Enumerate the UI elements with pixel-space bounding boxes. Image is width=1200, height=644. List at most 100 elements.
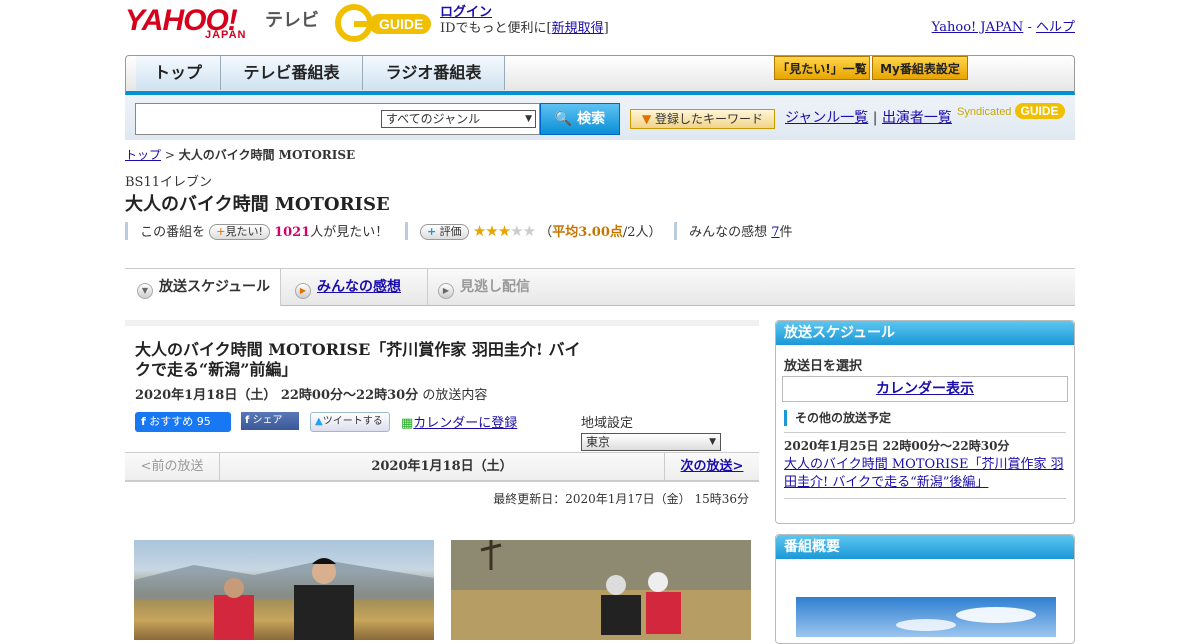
page-title: 大人のバイク時間 MOTORISE [125, 194, 390, 215]
tab-streaming-label: 見逃し配信 [460, 279, 530, 295]
yahoo-japan-link[interactable]: Yahoo! JAPAN [932, 20, 1024, 35]
tv-wordmark: テレビ [265, 10, 319, 31]
episode-panel: 大人のバイク時間 MOTORISE「芥川賞作家 羽田圭介! バイクで走る“新潟”… [125, 320, 759, 640]
last-updated: 最終更新日：2020年1月17日（金） 15時36分 [493, 492, 749, 506]
rating-average: 平均3.00点 [552, 225, 623, 240]
tweet-label: ツイートする [322, 416, 383, 427]
tweet-button[interactable]: ▲ツイートする [310, 412, 390, 432]
reviews-unit: 件 [779, 225, 793, 240]
nav-tab-top[interactable]: トップ [136, 56, 221, 90]
want-button-label: 見たい! [225, 225, 263, 238]
fb-recommend-label: おすすめ [149, 415, 194, 428]
play-icon: ▶ [438, 283, 454, 299]
want-button[interactable]: +見たい! [209, 224, 270, 240]
calendar-display-link[interactable]: カレンダー表示 [876, 381, 974, 397]
search-button-label: 検索 [577, 111, 606, 127]
star-icon: ★ [472, 222, 486, 240]
want-label: この番組を [140, 225, 206, 240]
nav-tab-radio-schedule[interactable]: ラジオ番組表 [363, 56, 505, 90]
content-tabs: ▼ 放送スケジュール ▶ みんなの感想 ▶ 見逃し配信 [125, 268, 1075, 306]
top-links-sep: - [1027, 20, 1032, 35]
summary-box-title: 番組概要 [776, 535, 1074, 559]
episode-photo-2 [451, 540, 751, 640]
region-select[interactable]: 東京 [581, 433, 721, 451]
g-guide-logo[interactable]: GUIDE [335, 4, 435, 42]
star-icon: ★ [485, 222, 498, 240]
episode-datetime-value: 2020年1月18日（土） 22時00分～22時30分 [135, 388, 419, 403]
want-count: 1021 [274, 225, 311, 240]
other-schedule-date: 2020年1月25日 22時00分～22時30分 [784, 432, 1066, 454]
rating-open: （ [539, 225, 553, 240]
episode-datetime-suffix: の放送内容 [422, 388, 488, 403]
main-nav: トップ テレビ番組表 ラジオ番組表 「見たい!」一覧 My番組表設定 [125, 55, 1075, 95]
tab-schedule-label: 放送スケジュール [159, 279, 271, 295]
star-icon: ★ [497, 222, 511, 240]
fb-share-label: シェア [252, 415, 283, 426]
meta-divider [404, 222, 408, 240]
twitter-bird-icon: ▲ [315, 416, 323, 427]
search-button[interactable]: 🔍 検索 [540, 103, 620, 135]
other-schedule-link[interactable]: 大人のバイク時間 MOTORISE「芥川賞作家 羽田圭介! バイクで走る“新潟”… [784, 457, 1064, 490]
triangle-down-icon: ▼ [641, 112, 652, 126]
facebook-icon: f [245, 415, 250, 426]
breadcrumb-top[interactable]: トップ [125, 148, 161, 162]
want-suffix: 人が見たい！ [310, 225, 389, 240]
social-row: f おすすめ 95 f シェア ▲ツイートする ▦カレンダーに登録 地域設定 東… [135, 412, 755, 451]
login-note: IDでもっと便利に[ [440, 21, 552, 36]
facebook-share-button[interactable]: f シェア [241, 412, 299, 430]
tab-streaming: ▶ 見逃し配信 [427, 269, 530, 306]
yahoo-japan-logo[interactable]: YAHOO! JAPAN [125, 6, 275, 42]
cast-list-link[interactable]: 出演者一覧 [882, 110, 952, 126]
fb-count: 95 [196, 415, 211, 428]
select-date-label: 放送日を選択 [784, 359, 863, 374]
guide-text: GUIDE [379, 16, 423, 32]
next-broadcast-link[interactable]: 次の放送> [664, 453, 759, 481]
rate-button-label: 評価 [439, 225, 462, 238]
star-icon: ★ [522, 222, 536, 240]
want-list-button[interactable]: 「見たい!」一覧 [774, 56, 870, 80]
reviews-label: みんなの感想 [689, 225, 768, 240]
tab-reviews[interactable]: ▶ みんなの感想 [295, 269, 401, 306]
calendar-register[interactable]: ▦カレンダーに登録 [401, 412, 517, 431]
syndicated-guide-text: GUIDE [1014, 103, 1065, 119]
prev-broadcast: <前の放送 [125, 453, 220, 481]
episode-title: 大人のバイク時間 MOTORISE「芥川賞作家 羽田圭介! バイクで走る“新潟”… [135, 340, 581, 379]
calendar-display-button[interactable]: カレンダー表示 [782, 376, 1068, 402]
genre-list-link[interactable]: ジャンル一覧 [785, 110, 868, 126]
reviews-count-link[interactable]: 7 [771, 225, 779, 240]
syndicated-text: Syndicated [957, 106, 1012, 118]
my-schedule-button[interactable]: My番組表設定 [872, 56, 968, 80]
registered-keyword-button[interactable]: ▼ 登録したキーワード [630, 109, 775, 129]
episode-datetime: 2020年1月18日（土） 22時00分～22時30分 の放送内容 [135, 384, 487, 403]
episode-photo-1 [134, 540, 434, 640]
nav-tab-tv-schedule[interactable]: テレビ番組表 [221, 56, 363, 90]
tab-schedule[interactable]: ▼ 放送スケジュール [125, 269, 281, 306]
schedule-box-title: 放送スケジュール [776, 321, 1074, 345]
calendar-register-link[interactable]: カレンダーに登録 [413, 416, 517, 431]
tab-reviews-label: みんなの感想 [317, 279, 401, 295]
syndicated-g-guide-logo: Syndicated GUIDE [957, 103, 1065, 119]
star-icon: ★ [510, 222, 523, 240]
search-bar: すべてのジャンル 🔍 検索 ▼ 登録したキーワード ジャンル一覧 | 出演者一覧… [125, 95, 1075, 140]
region-setting: 地域設定 東京 [581, 412, 755, 451]
search-input[interactable]: すべてのジャンル [135, 103, 540, 135]
chevron-down-icon: ▼ [137, 283, 153, 299]
plus-icon: + [426, 225, 437, 238]
current-broadcast-date: 2020年1月18日（土） [371, 459, 513, 474]
genre-select[interactable]: すべてのジャンル [381, 110, 536, 128]
rate-button[interactable]: + 評価 [419, 224, 469, 240]
register-link[interactable]: 新規取得 [552, 21, 604, 36]
login-link[interactable]: ログイン [440, 5, 492, 20]
summary-box: 番組概要 [775, 534, 1075, 644]
calendar-icon: ▦ [401, 416, 414, 431]
breadcrumb-sep: > [164, 148, 175, 162]
help-link[interactable]: ヘルプ [1036, 20, 1075, 35]
schedule-box: 放送スケジュール 放送日を選択 カレンダー表示 その他の放送予定 2020年1月… [775, 320, 1075, 524]
facebook-recommend-button[interactable]: f おすすめ 95 [135, 412, 231, 432]
meta-divider [673, 222, 677, 240]
facebook-icon: f [141, 415, 146, 428]
program-meta: この番組を +見たい! 1021人が見たい！ + 評価 ★★★★★ （平均3.0… [125, 222, 793, 240]
breadcrumb: トップ > 大人のバイク時間 MOTORISE [125, 146, 355, 163]
play-icon: ▶ [295, 283, 311, 299]
episode-pager: <前の放送 2020年1月18日（土） 次の放送> [125, 452, 759, 482]
